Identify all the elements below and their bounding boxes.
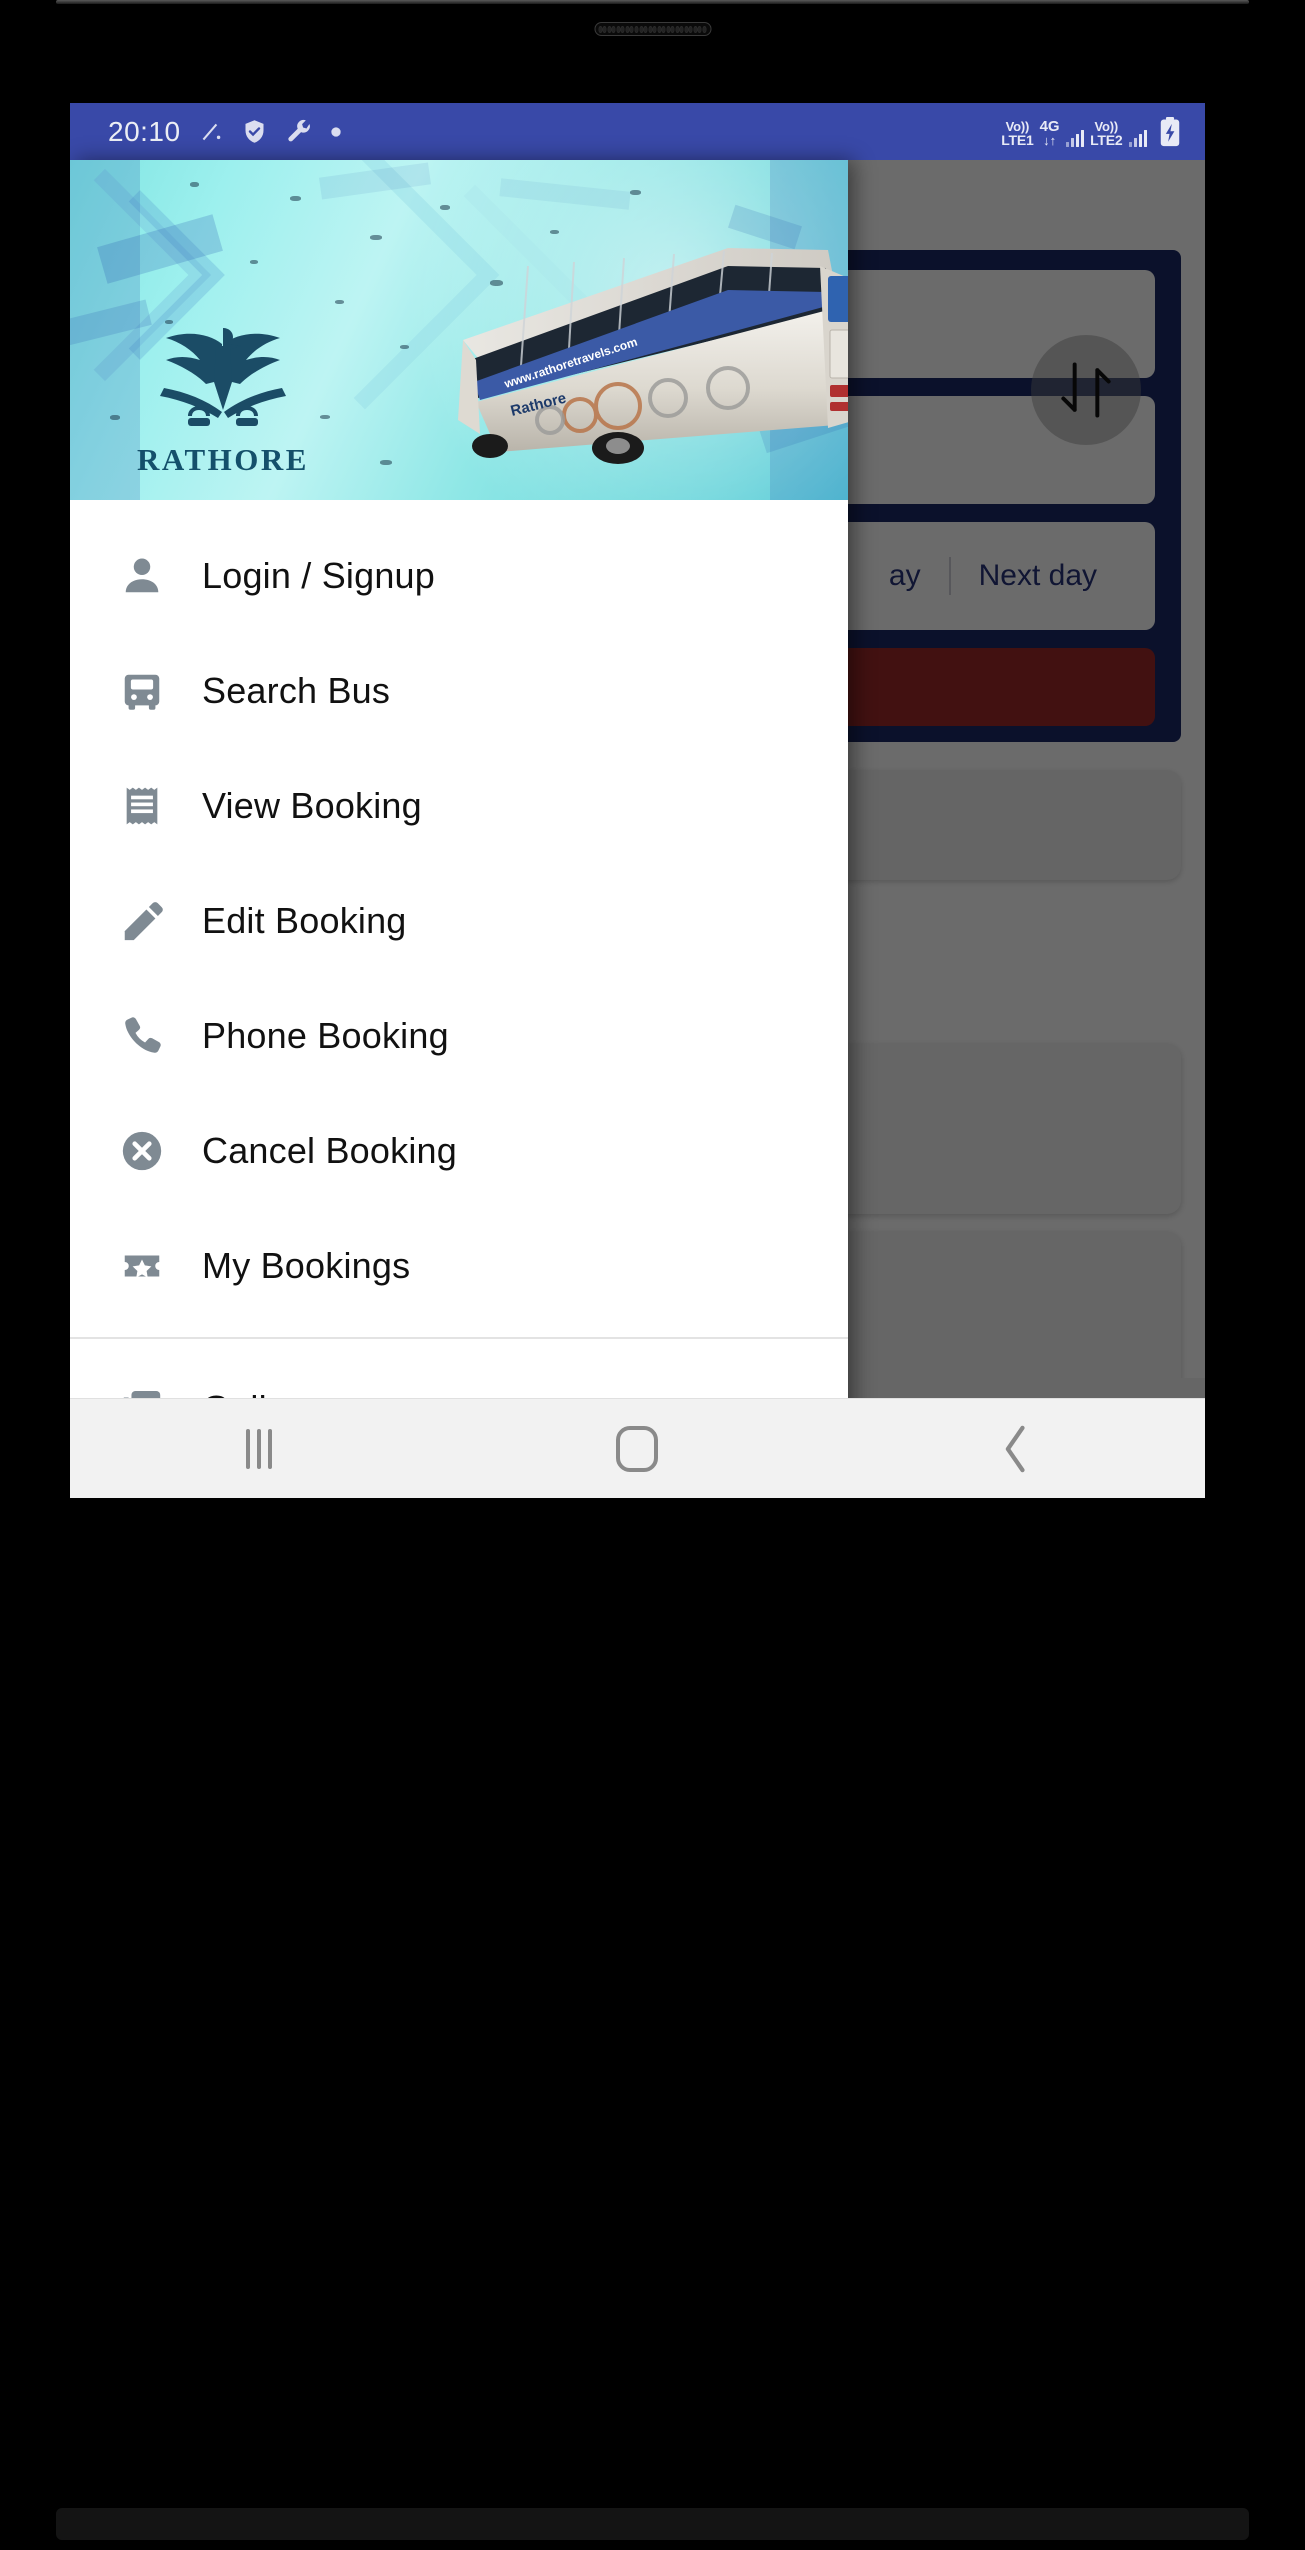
phone-screen: 20:10 Vo)) LTE1 4G ↓↑ Vo)) LTE2 ay Next …: [70, 103, 1205, 1498]
pencil-icon: [116, 895, 168, 947]
signal-slash-icon: [202, 123, 220, 140]
drawer-header: www.rathoretravels.com Rathore RATHORE: [70, 160, 848, 500]
menu-item-view-booking[interactable]: View Booking: [70, 748, 848, 863]
menu-item-cancel-booking[interactable]: Cancel Booking: [70, 1093, 848, 1208]
brand-logo: RATHORE: [108, 322, 338, 478]
ticket-star-icon: [116, 1240, 168, 1292]
brand-name: RATHORE: [137, 442, 309, 477]
swap-vertical-arrows-icon: [1061, 362, 1111, 418]
menu-item-label: Cancel Booking: [202, 1129, 457, 1171]
menu-item-phone-booking[interactable]: Phone Booking: [70, 978, 848, 1093]
earpiece-speaker: [594, 22, 711, 36]
cancel-circle-icon: [116, 1125, 168, 1177]
volte-sim1-indicator: Vo)) LTE1: [1001, 118, 1034, 148]
menu-item-search-bus[interactable]: Search Bus: [70, 633, 848, 748]
menu-item-label: View Booking: [202, 784, 422, 826]
menu-item-label: Edit Booking: [202, 899, 407, 941]
drawer-divider: [70, 1337, 848, 1339]
recents-button[interactable]: [70, 1428, 448, 1469]
phone-icon: [116, 1010, 168, 1062]
status-bar-left: 20:10: [108, 116, 1001, 148]
android-navigation-bar: [70, 1398, 1205, 1498]
bus-photo: www.rathoretravels.com Rathore: [458, 248, 848, 464]
signal-bars-sim2-icon: [1128, 129, 1147, 147]
next-day-link[interactable]: Next day: [951, 559, 1125, 593]
recents-icon: [246, 1428, 273, 1469]
security-shield-icon: [245, 120, 264, 143]
wrench-icon: [287, 119, 310, 142]
receipt-icon: [116, 780, 168, 832]
menu-item-label: Phone Booking: [202, 1014, 449, 1056]
network-type-indicator: 4G ↓↑: [1039, 117, 1060, 148]
dot-icon: [330, 126, 341, 137]
home-button[interactable]: [448, 1425, 826, 1472]
prev-day-link[interactable]: ay: [861, 559, 949, 593]
signal-bars-sim1-icon: [1065, 129, 1085, 147]
menu-item-edit-booking[interactable]: Edit Booking: [70, 863, 848, 978]
status-bar-right: Vo)) LTE1 4G ↓↑ Vo)) LTE2: [1001, 116, 1183, 148]
back-button[interactable]: [827, 1423, 1205, 1475]
status-bar: 20:10 Vo)) LTE1 4G ↓↑ Vo)) LTE2: [70, 103, 1205, 160]
menu-item-label: My Bookings: [202, 1244, 411, 1286]
menu-item-my-bookings[interactable]: My Bookings: [70, 1208, 848, 1323]
swap-locations-button[interactable]: [1031, 335, 1141, 445]
navigation-drawer: www.rathoretravels.com Rathore RATHORE L…: [70, 160, 848, 1498]
volte-sim2-indicator: Vo)) LTE2: [1090, 118, 1123, 148]
bezel-top-edge: [56, 0, 1249, 4]
home-icon: [616, 1425, 659, 1472]
menu-item-label: Search Bus: [202, 669, 391, 711]
person-icon: [116, 550, 168, 602]
bezel-bottom-edge: [56, 2508, 1249, 2540]
drawer-menu: Login / Signup Search Bus View Booking E…: [70, 500, 848, 1498]
phone-frame: 20:10 Vo)) LTE1 4G ↓↑ Vo)) LTE2 ay Next …: [0, 0, 1305, 2550]
back-icon: [1005, 1425, 1025, 1472]
bus-icon: [116, 665, 168, 717]
battery-charging-icon: [1160, 116, 1180, 146]
menu-item-label: Login / Signup: [202, 554, 435, 596]
menu-item-login-signup[interactable]: Login / Signup: [70, 518, 848, 633]
eagle-crossed-swords-emblem: [160, 328, 286, 426]
clock: 20:10: [108, 115, 181, 147]
